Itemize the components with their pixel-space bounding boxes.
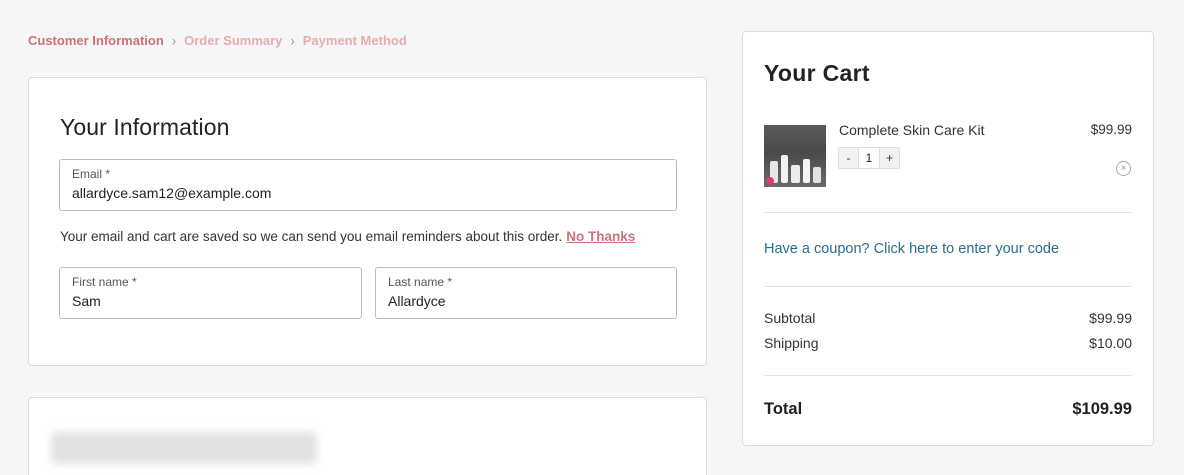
cart-panel: Your Cart Complete Skin Care Kit $99.99 … (742, 31, 1154, 446)
coupon-link[interactable]: Have a coupon? Click here to enter your … (764, 241, 1059, 257)
subtotal-label: Subtotal (764, 310, 816, 326)
email-field[interactable]: Email * (59, 159, 677, 211)
no-thanks-link[interactable]: No Thanks (566, 229, 635, 244)
chevron-right-icon: › (171, 32, 177, 49)
divider (764, 375, 1132, 376)
last-name-field[interactable]: Last name * (375, 267, 677, 319)
email-input[interactable] (72, 185, 627, 201)
quantity-stepper[interactable]: - 1 + (838, 147, 900, 169)
first-name-input[interactable] (72, 293, 343, 309)
quantity-value[interactable]: 1 (858, 148, 880, 168)
subtotal-row: Subtotal $99.99 (764, 310, 1132, 326)
product-image (764, 125, 826, 187)
next-section-card (28, 397, 707, 475)
last-name-label: Last name * (388, 275, 453, 289)
shipping-value: $10.00 (1089, 335, 1132, 351)
your-information-card: Your Information Email * Your email and … (28, 77, 707, 366)
shipping-label: Shipping (764, 335, 819, 351)
shipping-row: Shipping $10.00 (764, 335, 1132, 351)
total-row: Total $109.99 (764, 400, 1132, 419)
email-reminder-notice: Your email and cart are saved so we can … (60, 229, 635, 244)
last-name-input[interactable] (388, 293, 658, 309)
first-name-label: First name * (72, 275, 137, 289)
divider (764, 212, 1132, 213)
remove-item-icon[interactable]: × (1116, 161, 1131, 176)
chevron-right-icon: › (290, 32, 295, 49)
quantity-decrease-button[interactable]: - (839, 148, 858, 168)
breadcrumb-order-summary[interactable]: Order Summary (184, 33, 282, 48)
total-value: $109.99 (1072, 400, 1132, 418)
email-label: Email * (72, 167, 111, 181)
product-name: Complete Skin Care Kit (839, 122, 985, 138)
product-price: $99.99 (1090, 122, 1132, 137)
blurred-heading (51, 432, 317, 464)
divider (764, 286, 1132, 287)
breadcrumb-payment-method[interactable]: Payment Method (303, 33, 407, 48)
quantity-increase-button[interactable]: + (880, 148, 899, 168)
first-name-field[interactable]: First name * (59, 267, 362, 319)
breadcrumb-customer-information[interactable]: Customer Information (28, 33, 164, 48)
subtotal-value: $99.99 (1089, 310, 1132, 326)
notice-text: Your email and cart are saved so we can … (60, 229, 563, 244)
cart-title: Your Cart (764, 60, 870, 86)
total-label: Total (764, 400, 803, 418)
info-title: Your Information (60, 114, 230, 140)
breadcrumb: Customer Information › Order Summary › P… (28, 32, 407, 49)
